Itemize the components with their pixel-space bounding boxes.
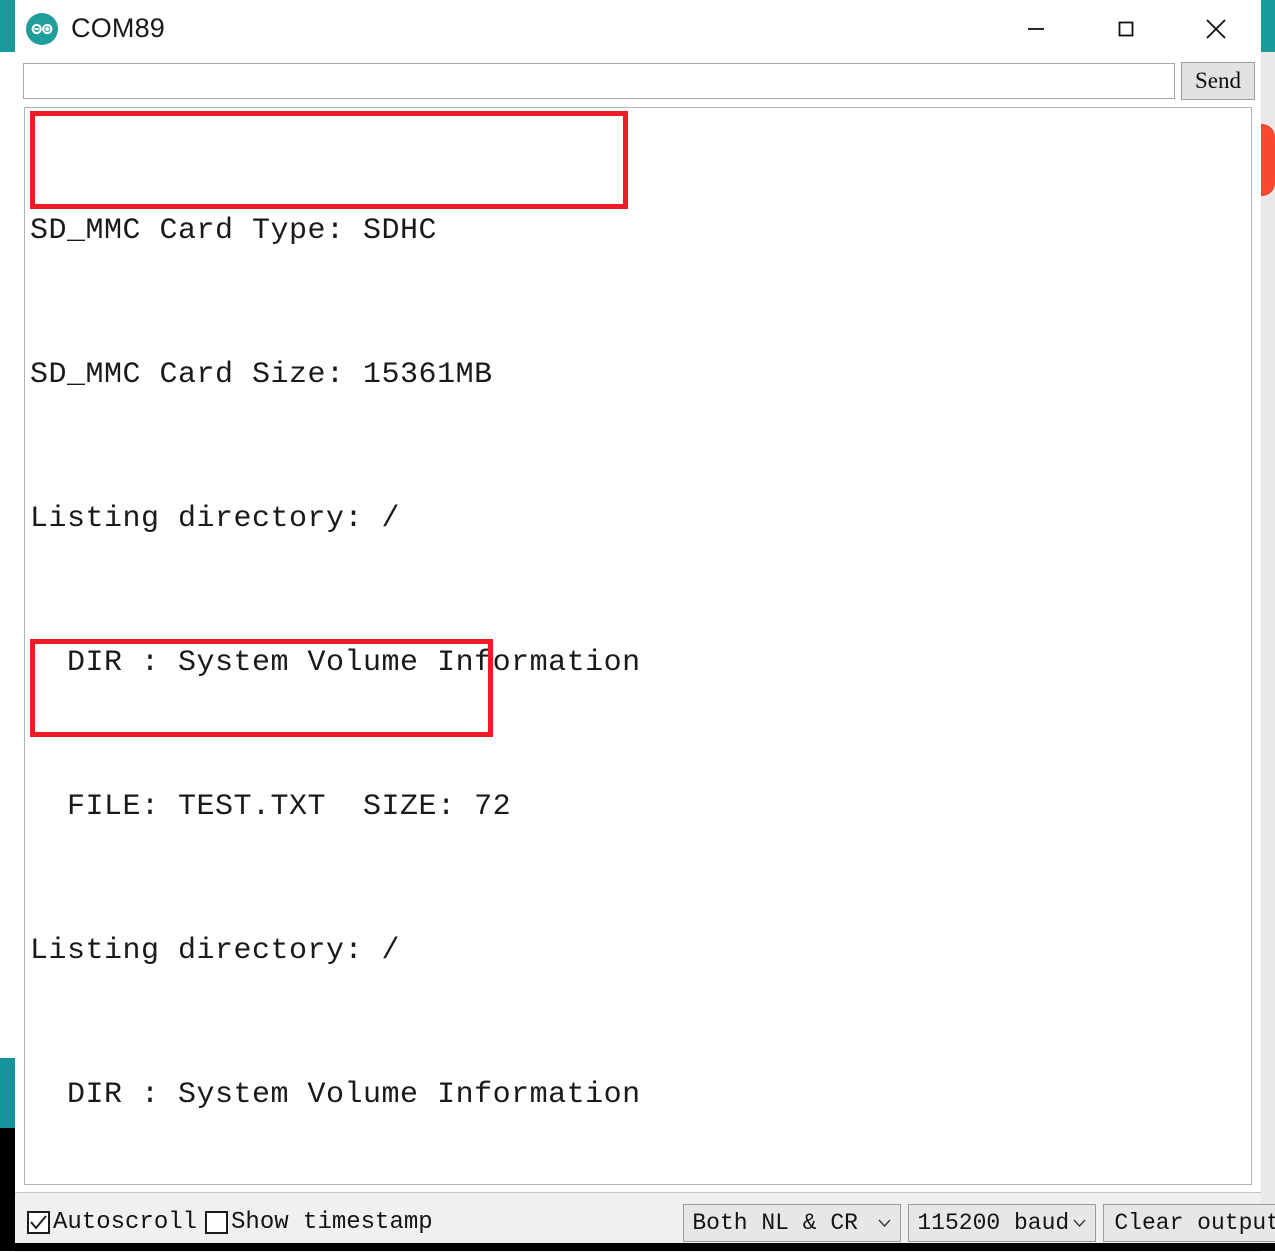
autoscroll-label: Autoscroll bbox=[53, 1209, 198, 1236]
console-line: FILE: TEST.TXT SIZE: 72 bbox=[30, 790, 512, 824]
minimize-button[interactable] bbox=[991, 0, 1081, 57]
console-line: Listing directory: / bbox=[30, 934, 401, 968]
close-icon bbox=[1206, 18, 1226, 39]
line-ending-value: Both NL & CR bbox=[692, 1209, 858, 1236]
console-line: DIR : System Volume Information bbox=[30, 1078, 641, 1112]
chevron-down-icon bbox=[1073, 1219, 1086, 1227]
show-timestamp-label: Show timestamp bbox=[231, 1209, 433, 1236]
desktop-teal-strip-right bbox=[1261, 0, 1275, 52]
console-line: SD_MMC Card Type: SDHC bbox=[30, 214, 438, 248]
desktop-teal-strip-bottom bbox=[0, 1058, 15, 1128]
baud-rate-dropdown[interactable]: 115200 baud bbox=[908, 1203, 1097, 1242]
arduino-infinity-icon bbox=[26, 12, 58, 45]
console-output-text: SD_MMC Card Type: SDHC SD_MMC Card Size:… bbox=[30, 111, 863, 1184]
clear-output-button[interactable]: Clear output bbox=[1103, 1203, 1275, 1242]
serial-output-console[interactable]: SD_MMC Card Type: SDHC SD_MMC Card Size:… bbox=[24, 107, 1252, 1185]
baud-rate-value: 115200 baud bbox=[917, 1209, 1070, 1236]
command-input[interactable] bbox=[23, 63, 1175, 99]
console-line: Listing directory: / bbox=[30, 502, 401, 536]
serial-monitor-window: COM89 Send SD_MMC Card Type: SDHC SD_MMC… bbox=[15, 0, 1275, 1252]
send-button[interactable]: Send bbox=[1181, 62, 1255, 100]
checkbox-unchecked-icon[interactable] bbox=[205, 1211, 229, 1234]
desktop-teal-strip-top bbox=[0, 0, 15, 52]
window-controls bbox=[991, 0, 1261, 57]
title-bar: COM89 bbox=[15, 0, 1261, 57]
send-command-row: Send bbox=[15, 57, 1261, 105]
close-button[interactable] bbox=[1171, 0, 1261, 57]
console-scrollbar-thumb[interactable] bbox=[24, 1020, 25, 1055]
show-timestamp-checkbox[interactable]: Show timestamp bbox=[205, 1209, 433, 1236]
minimize-icon bbox=[1028, 27, 1044, 30]
chevron-down-icon bbox=[878, 1219, 891, 1227]
console-line: DIR : System Volume Information bbox=[30, 646, 641, 680]
desktop-black-strip-bottom-edge bbox=[0, 1243, 1275, 1251]
maximize-button[interactable] bbox=[1081, 0, 1171, 57]
desktop-black-strip-bottom bbox=[0, 1128, 15, 1251]
console-line: SD_MMC Card Size: 15361MB bbox=[30, 358, 493, 392]
window-title: COM89 bbox=[71, 13, 166, 43]
autoscroll-checkbox[interactable]: Autoscroll bbox=[27, 1209, 197, 1236]
maximize-icon bbox=[1118, 21, 1134, 36]
line-ending-dropdown[interactable]: Both NL & CR bbox=[683, 1203, 902, 1242]
checkbox-checked-icon[interactable] bbox=[27, 1211, 50, 1234]
